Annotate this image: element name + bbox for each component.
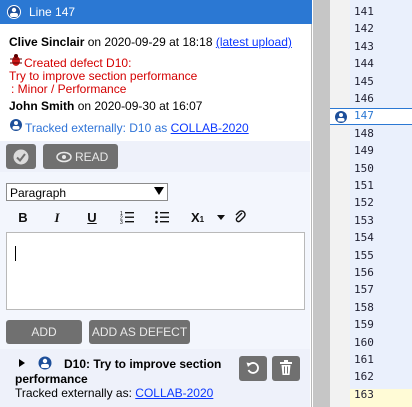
line-number[interactable]: 149 [354, 144, 374, 157]
line-number[interactable]: 158 [354, 301, 374, 314]
line-number[interactable]: 155 [354, 249, 374, 262]
add-as-defect-button[interactable]: ADD AS DEFECT [89, 320, 190, 344]
text-caret [15, 246, 16, 261]
bullet-list-icon[interactable] [155, 210, 169, 224]
panel-title: Line 147 [29, 5, 76, 19]
attachment-icon[interactable] [234, 210, 246, 224]
line-number[interactable]: 148 [354, 127, 374, 140]
defect-title: D10: Try to improve section [64, 357, 222, 371]
read-button[interactable]: READ [43, 144, 118, 169]
annotation-margin [330, 0, 350, 407]
chevron-down-icon [154, 187, 164, 195]
subscript-x: X [191, 210, 200, 225]
defect-created-line1: Created defect D10: [24, 56, 132, 70]
line-number[interactable]: 159 [354, 318, 374, 331]
defect-tracked-text: Tracked externally as: [15, 386, 132, 400]
comment-author: John Smith [9, 99, 75, 113]
add-label: ADD [31, 325, 57, 339]
line-number[interactable]: 147 [354, 109, 374, 122]
red-bug-icon [10, 54, 22, 66]
line-number[interactable]: 141 [354, 5, 374, 18]
comment-header-1: Clive Sinclair on 2020-09-29 at 18:18 (l… [9, 35, 292, 49]
bug-tracker-icon [38, 356, 52, 370]
line-number[interactable]: 160 [354, 336, 374, 349]
svg-text:3: 3 [120, 220, 123, 224]
line-number[interactable]: 157 [354, 283, 374, 296]
check-icon [13, 149, 29, 165]
defect-created-line2: Try to improve section performance [9, 69, 198, 83]
defect-tracked: Tracked externally as: COLLAB-2020 [15, 386, 213, 400]
comment-timestamp: on 2020-09-29 at 18:18 [87, 35, 213, 49]
comment-timestamp: on 2020-09-30 at 16:07 [77, 99, 203, 113]
line-number[interactable]: 156 [354, 266, 374, 279]
numbered-list-icon[interactable]: 1 2 3 [120, 210, 134, 224]
bug-tracker-icon [10, 119, 22, 131]
undo-icon [246, 362, 259, 374]
comment-author: Clive Sinclair [9, 35, 85, 49]
latest-upload-link[interactable]: (latest upload) [216, 35, 292, 49]
expand-triangle-icon[interactable] [19, 359, 25, 367]
line-number[interactable]: 143 [354, 40, 374, 53]
collab-link[interactable]: COLLAB-2020 [171, 121, 249, 135]
comment-editor: Paragraph B I U 1 2 3 X1 ADD ADD AS DEFE… [0, 172, 310, 349]
line-number[interactable]: 154 [354, 231, 374, 244]
line-number[interactable]: 145 [354, 75, 374, 88]
italic-button[interactable]: I [52, 210, 62, 228]
read-label: READ [75, 150, 109, 164]
line-number[interactable]: 146 [354, 92, 374, 105]
trash-icon [280, 360, 292, 375]
line-number[interactable]: 161 [354, 353, 374, 366]
defect-title-cont: performance [15, 372, 88, 386]
line-number[interactable]: 152 [354, 196, 374, 209]
comment-actions: READ [0, 141, 310, 172]
comment-thread: Clive Sinclair on 2020-09-29 at 18:18 (l… [0, 24, 310, 141]
chevron-down-icon[interactable] [217, 215, 225, 220]
paragraph-format-select[interactable]: Paragraph [6, 183, 168, 201]
bug-tracker-icon[interactable] [333, 109, 349, 125]
bold-button[interactable]: B [17, 210, 29, 228]
mark-resolved-button[interactable] [6, 144, 36, 169]
delete-button[interactable] [272, 356, 300, 381]
subscript-one: 1 [199, 215, 205, 224]
eye-icon [56, 151, 72, 163]
review-panel: Line 147 Clive Sinclair on 2020-09-29 at… [0, 0, 312, 407]
tracked-text: Tracked externally: D10 as [25, 121, 168, 135]
reopen-button[interactable] [239, 356, 267, 381]
comment-text-input[interactable] [6, 232, 305, 310]
format-select-value: Paragraph [10, 186, 67, 200]
line-number[interactable]: 144 [354, 57, 374, 70]
add-as-defect-label: ADD AS DEFECT [91, 325, 188, 339]
bug-tracker-icon [7, 5, 21, 19]
line-number[interactable]: 163 [354, 388, 374, 401]
defect-collab-link[interactable]: COLLAB-2020 [135, 386, 213, 400]
line-number[interactable]: 153 [354, 214, 374, 227]
add-button[interactable]: ADD [6, 320, 82, 344]
defect-created-line3: : Minor / Performance [11, 82, 127, 96]
tracked-externally: Tracked externally: D10 as COLLAB-2020 [25, 121, 249, 135]
defect-list-item: D10: Try to improve section performance … [0, 349, 310, 407]
subscript-button[interactable]: X1 [191, 210, 211, 228]
panel-splitter[interactable] [313, 0, 330, 407]
underline-button[interactable]: U [86, 210, 98, 228]
line-number[interactable]: 162 [354, 370, 374, 383]
panel-titlebar: Line 147 [0, 0, 312, 24]
line-number[interactable]: 151 [354, 179, 374, 192]
line-number[interactable]: 142 [354, 22, 374, 35]
comment-header-2: John Smith on 2020-09-30 at 16:07 [9, 99, 202, 113]
line-number[interactable]: 150 [354, 162, 374, 175]
